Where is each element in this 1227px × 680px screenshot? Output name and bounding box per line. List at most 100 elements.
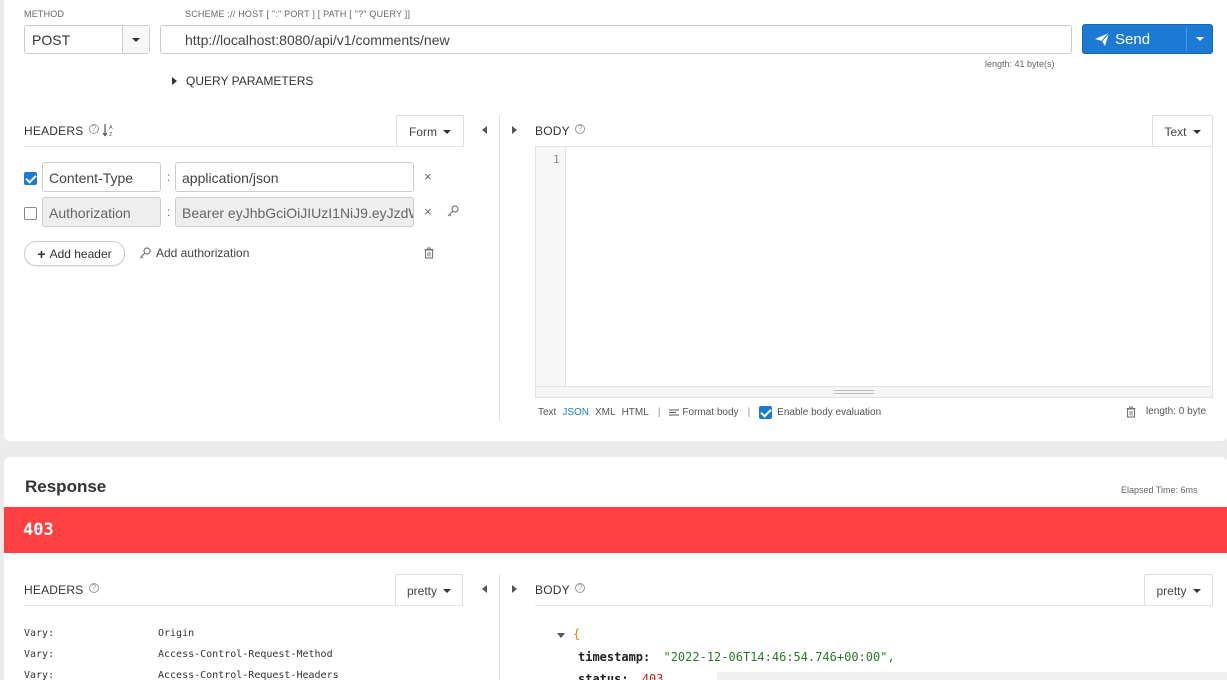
send-button[interactable]: Send	[1082, 24, 1213, 54]
response-header-value: Access-Control-Request-Method	[158, 649, 333, 660]
enable-eval-label: Enable body evaluation	[777, 407, 882, 418]
svg-text:Z: Z	[109, 132, 113, 137]
header-value-field[interactable]: application/json	[175, 162, 414, 192]
response-header-row: Vary: Access-Control-Request-Method	[24, 644, 339, 665]
json-key: status:	[578, 672, 629, 680]
status-code: 403	[23, 520, 54, 540]
header-separator: :	[167, 170, 171, 184]
chevron-down-icon	[1192, 129, 1201, 134]
panel-splitter[interactable]	[499, 574, 500, 680]
response-headers-title: HEADERS ?	[24, 583, 99, 597]
request-body-label: BODY	[535, 124, 570, 138]
format-html-link[interactable]: HTML	[622, 407, 649, 418]
add-authorization-button[interactable]: Add authorization	[139, 246, 249, 260]
response-headers-mode-select[interactable]: pretty	[395, 574, 463, 606]
body-length: length: 0 byte	[1146, 406, 1207, 417]
panel-splitter[interactable]	[499, 115, 500, 421]
response-header-row: Vary: Access-Control-Request-Headers	[24, 665, 339, 680]
response-header-value: Access-Control-Request-Headers	[158, 670, 339, 680]
svg-text:A: A	[109, 125, 113, 131]
trash-icon[interactable]	[1126, 406, 1136, 418]
elapsed-time: Elapsed Time: 6ms	[1121, 485, 1198, 495]
sort-icon[interactable]: A Z	[102, 123, 114, 137]
horizontal-scrollbar[interactable]	[717, 672, 1227, 680]
add-header-button[interactable]: + Add header	[24, 241, 125, 266]
response-header-value: Origin	[158, 628, 195, 639]
collapse-right-icon[interactable]	[512, 126, 517, 134]
format-xml-link[interactable]: XML	[595, 407, 616, 418]
format-body-label: Format body	[682, 407, 739, 418]
format-text-link[interactable]: Text	[538, 407, 556, 418]
header-separator: :	[167, 205, 171, 219]
chevron-down-icon	[443, 588, 451, 593]
method-select[interactable]: POST	[24, 25, 150, 54]
collapse-left-icon[interactable]	[482, 585, 487, 593]
help-icon[interactable]: ?	[575, 583, 586, 593]
body-mode-label: Text	[1164, 124, 1187, 139]
request-body-title: BODY ?	[535, 124, 586, 138]
help-icon[interactable]: ?	[88, 583, 99, 593]
response-body-label: BODY	[535, 583, 570, 597]
enable-eval-checkbox[interactable]	[759, 406, 773, 419]
send-label: Send	[1115, 31, 1151, 48]
request-headers-label: HEADERS	[24, 124, 84, 138]
response-body-mode-label: pretty	[1156, 583, 1187, 598]
header-enabled-checkbox[interactable]	[24, 207, 37, 220]
divider	[535, 605, 1213, 606]
response-body-mode-select[interactable]: pretty	[1144, 574, 1213, 606]
body-editor[interactable]: 1	[535, 146, 1213, 398]
response-header-name: Vary:	[24, 649, 55, 660]
editor-gutter: 1	[536, 147, 566, 386]
body-mode-select[interactable]: Text	[1152, 115, 1213, 147]
remove-header-icon[interactable]: ×	[424, 204, 432, 219]
json-number-value: 403	[641, 672, 664, 680]
help-icon[interactable]: ?	[575, 124, 586, 134]
collapse-right-icon[interactable]	[512, 585, 517, 593]
method-dropdown-toggle[interactable]	[122, 26, 149, 53]
response-headers-mode-label: pretty	[406, 583, 437, 598]
response-title: Response	[25, 477, 107, 496]
response-headers-label: HEADERS	[24, 583, 84, 597]
url-input[interactable]: http://localhost:8080/api/v1/comments/ne…	[160, 25, 1072, 54]
header-name-field[interactable]: Authorization	[42, 197, 161, 227]
response-body-title: BODY ?	[535, 583, 586, 597]
chevron-down-icon	[1192, 588, 1201, 593]
key-icon[interactable]	[447, 205, 459, 217]
send-options-toggle[interactable]	[1187, 25, 1213, 53]
url-length: length: 41 byte(s)	[985, 59, 1055, 69]
chevron-down-icon	[1196, 37, 1204, 41]
chevron-down-icon	[132, 37, 140, 42]
divider	[24, 605, 464, 606]
header-enabled-checkbox[interactable]	[24, 172, 37, 185]
headers-mode-select[interactable]: Form	[396, 115, 464, 147]
json-open-brace: {	[573, 627, 581, 641]
collapse-json-icon[interactable]	[557, 633, 565, 638]
trash-icon[interactable]	[424, 247, 434, 259]
response-header-row: Vary: Origin	[24, 623, 339, 644]
body-footer: Text JSON XML HTML | Format body | Enabl…	[538, 406, 881, 419]
response-headers-list: Vary: Origin Vary: Access-Control-Reques…	[24, 623, 339, 680]
response-header-name: Vary:	[24, 628, 55, 639]
headers-mode-label: Form	[409, 124, 437, 139]
paper-plane-icon	[1095, 33, 1109, 46]
header-value-field[interactable]: Bearer eyJhbGciOiJIUzI1NiJ9.eyJzdWIiOiJ1…	[175, 197, 414, 227]
response-header-name: Vary:	[24, 670, 55, 680]
json-line: timestamp: "2022-12-06T14:46:54.746+00:0…	[578, 646, 895, 668]
separator: |	[747, 407, 751, 418]
editor-resize-handle[interactable]	[536, 386, 1212, 397]
json-key: timestamp:	[578, 650, 651, 664]
method-label: METHOD	[24, 9, 65, 19]
query-parameters-label: QUERY PARAMETERS	[186, 74, 314, 88]
separator: |	[657, 407, 661, 418]
format-body-button[interactable]: Format body	[669, 407, 739, 418]
header-name-field[interactable]: Content-Type	[42, 162, 161, 192]
query-parameters-toggle[interactable]: QUERY PARAMETERS	[172, 74, 313, 88]
collapse-left-icon[interactable]	[482, 126, 487, 134]
add-header-label: Add header	[49, 246, 112, 261]
caret-right-icon	[172, 77, 177, 85]
help-icon[interactable]: ?	[88, 124, 99, 134]
format-json-link[interactable]: JSON	[562, 407, 589, 418]
line-number: 1	[553, 153, 560, 166]
response-panel: Response Elapsed Time: 6ms 403 HEADERS ?…	[4, 457, 1227, 680]
remove-header-icon[interactable]: ×	[424, 169, 432, 184]
